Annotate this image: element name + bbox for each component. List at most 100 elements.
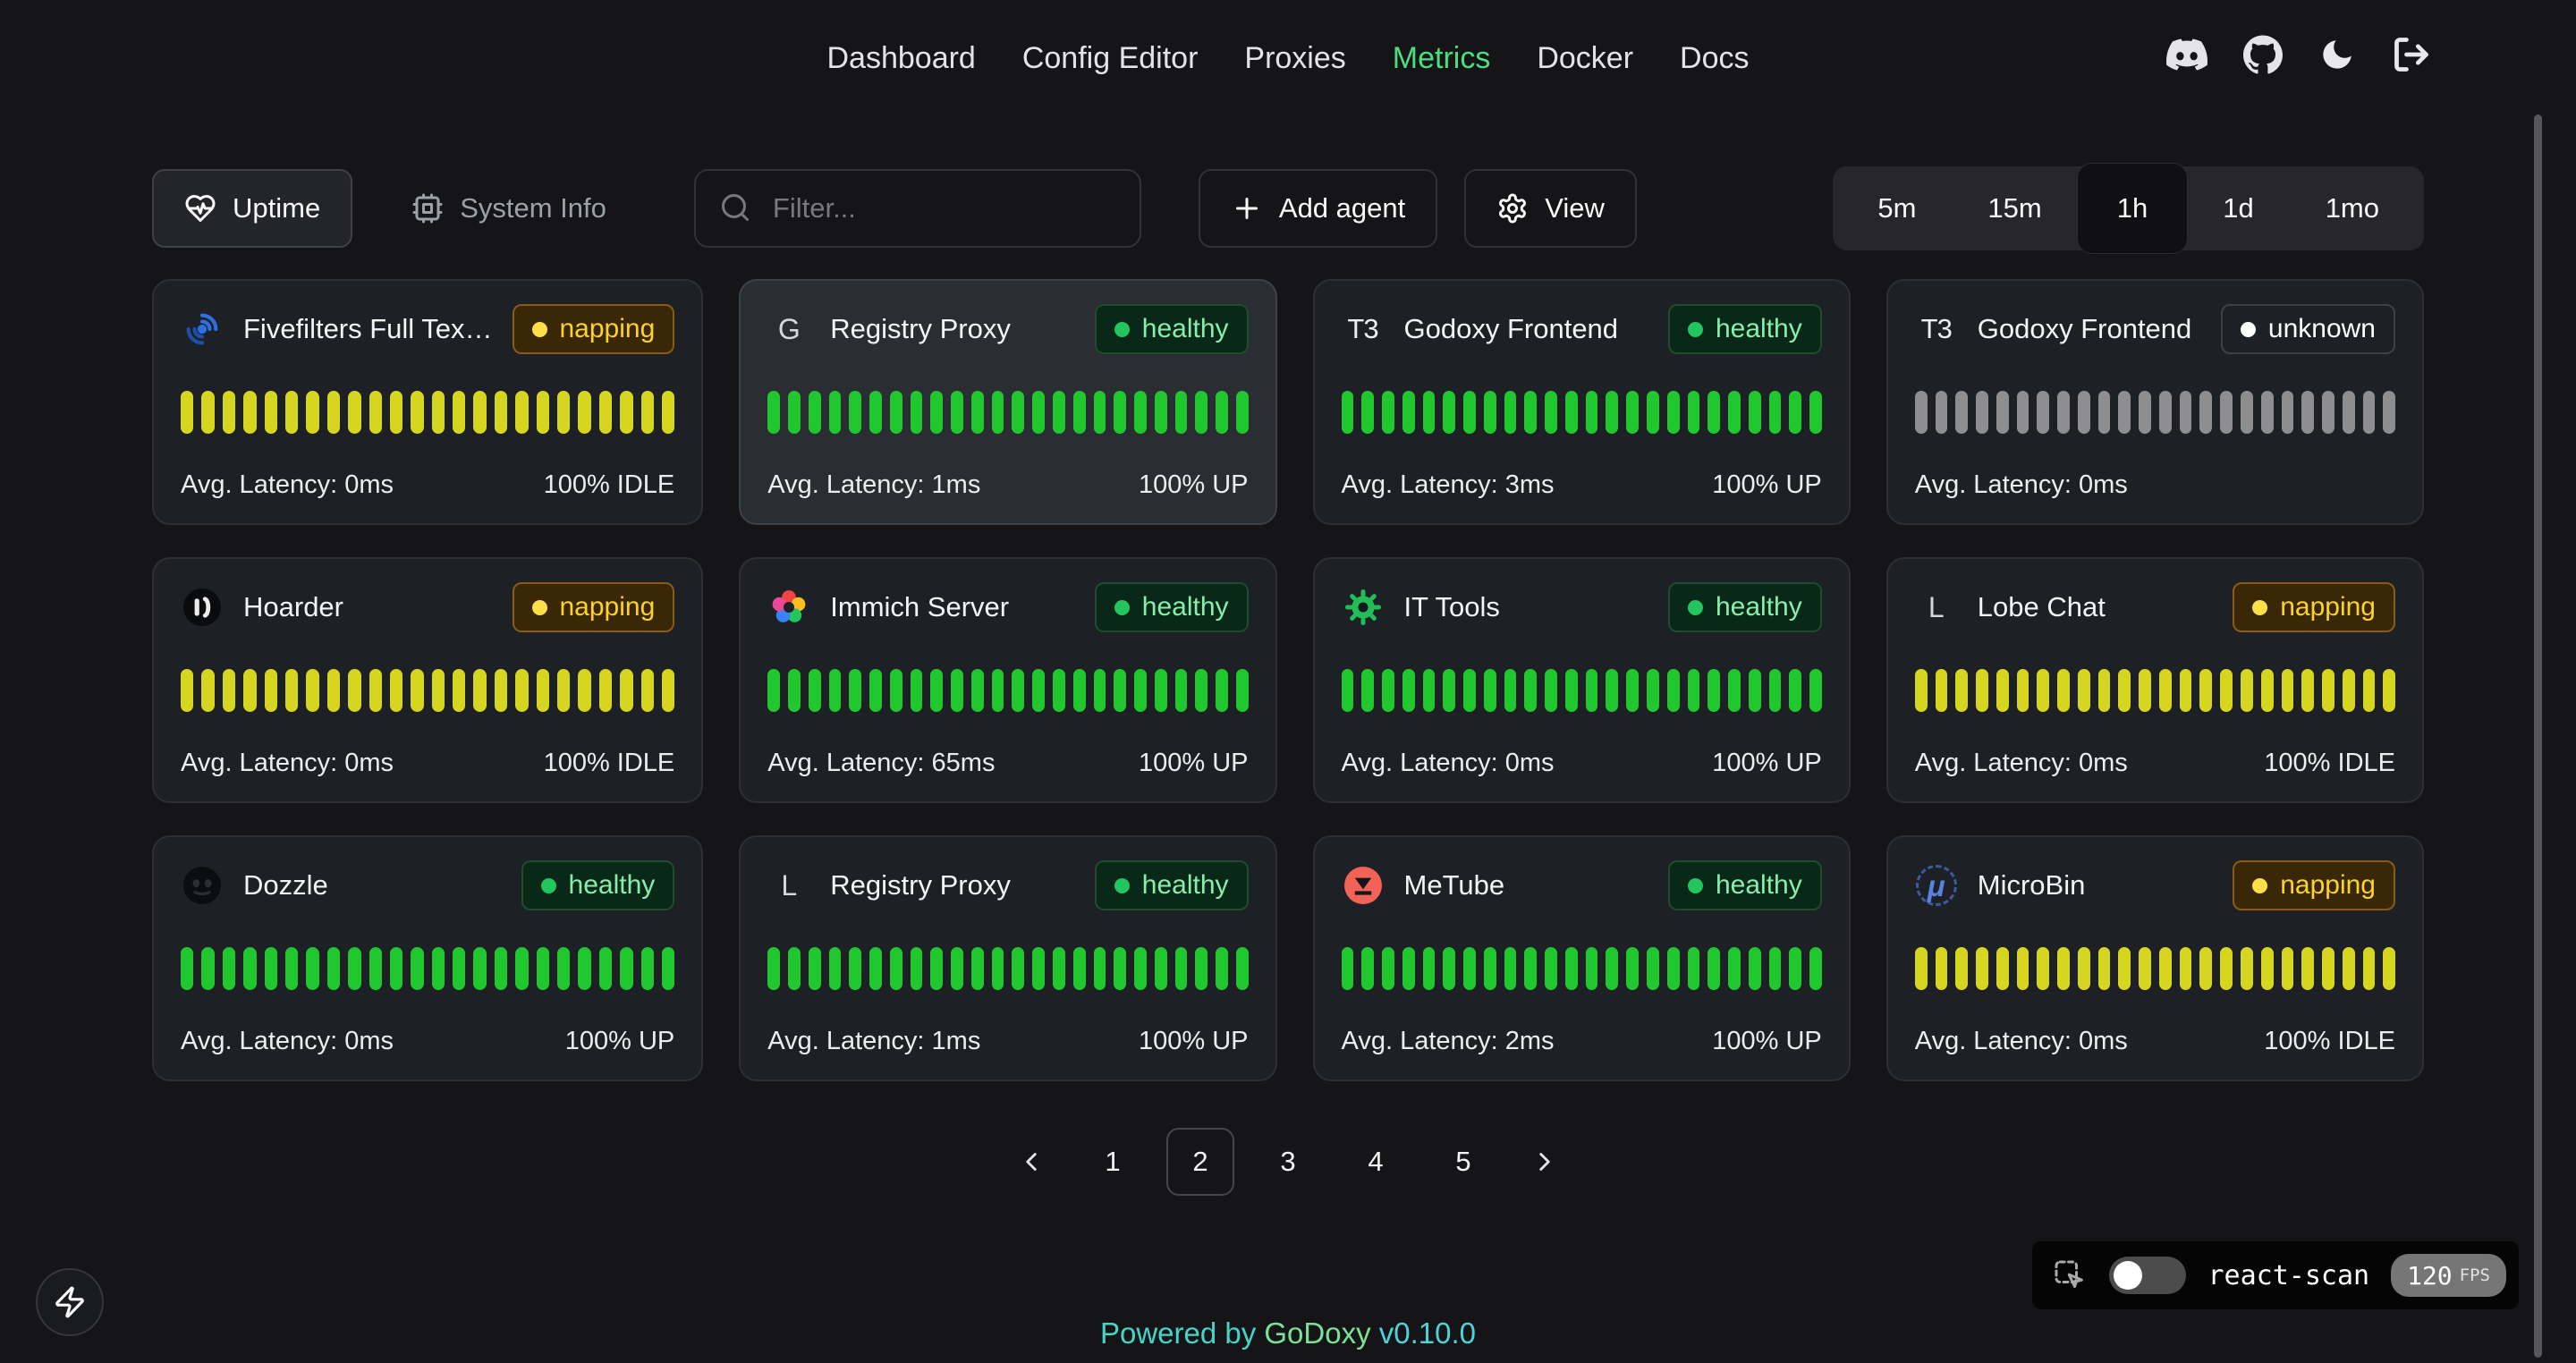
toolbar: Uptime System Info Add agent View (152, 166, 2424, 250)
service-card[interactable]: T3 Godoxy Frontend healthy Avg. Latency:… (1313, 279, 1851, 525)
uptime-bar (181, 947, 193, 990)
service-card[interactable]: Dozzle healthy Avg. Latency: 0ms 100% UP (152, 835, 703, 1081)
previous-page-button[interactable] (1004, 1147, 1059, 1177)
uptime-bar (1504, 391, 1517, 434)
avg-latency: Avg. Latency: 0ms (1915, 749, 2128, 778)
uptime-tab-button[interactable]: Uptime (152, 169, 352, 248)
avg-latency: Avg. Latency: 1ms (767, 470, 980, 500)
service-card[interactable]: G Registry Proxy healthy Avg. Latency: 1… (739, 279, 1276, 525)
react-scan-widget: react-scan 120 FPS (2032, 1241, 2519, 1309)
toggle-knob (2114, 1261, 2142, 1290)
service-card[interactable]: Hoarder napping Avg. Latency: 0ms 100% I… (152, 557, 703, 803)
uptime-bar (911, 669, 923, 712)
react-scan-toggle[interactable] (2109, 1257, 2186, 1294)
card-header: μ MicroBin napping (1915, 860, 2395, 910)
service-card[interactable]: MeTube healthy Avg. Latency: 2ms 100% UP (1313, 835, 1851, 1081)
uptime-bar (223, 669, 235, 712)
moon-icon[interactable] (2318, 36, 2356, 73)
uptime-bar (201, 947, 214, 990)
uptime-bar (578, 669, 590, 712)
page-button-2[interactable]: 2 (1166, 1128, 1234, 1196)
card-footer: Avg. Latency: 0ms 100% IDLE (181, 470, 674, 500)
uptime-percent: 100% UP (1712, 1027, 1822, 1056)
uptime-bar (788, 947, 801, 990)
nav-link-config-editor[interactable]: Config Editor (1022, 41, 1199, 76)
service-card[interactable]: Immich Server healthy Avg. Latency: 65ms… (739, 557, 1276, 803)
dozzle-icon (181, 864, 224, 907)
uptime-bar (1236, 669, 1249, 712)
system-info-tab-button[interactable]: System Info (379, 169, 639, 248)
nav-link-proxies[interactable]: Proxies (1244, 41, 1345, 76)
uptime-bar (181, 391, 193, 434)
service-card[interactable]: L Registry Proxy healthy Avg. Latency: 1… (739, 835, 1276, 1081)
uptime-bar (1976, 669, 1988, 712)
card-header: Hoarder napping (181, 582, 674, 632)
uptime-bar (306, 947, 318, 990)
uptime-bar (1955, 947, 1968, 990)
discord-icon[interactable] (2166, 34, 2207, 75)
uptime-bar (1094, 669, 1106, 712)
nav-link-metrics[interactable]: Metrics (1393, 41, 1491, 76)
uptime-bar (1114, 669, 1126, 712)
uptime-bar (537, 391, 549, 434)
nav-link-dashboard[interactable]: Dashboard (827, 41, 976, 76)
next-page-button[interactable] (1517, 1147, 1572, 1177)
uptime-bar (1155, 391, 1167, 434)
uptime-bar (223, 391, 235, 434)
status-dot-icon (1688, 878, 1703, 893)
service-card[interactable]: L Lobe Chat napping Avg. Latency: 0ms 10… (1886, 557, 2424, 803)
uptime-bar (2282, 947, 2294, 990)
uptime-bar (1688, 669, 1700, 712)
service-card[interactable]: T3 Godoxy Frontend unknown Avg. Latency:… (1886, 279, 2424, 525)
page-button-3[interactable]: 3 (1254, 1128, 1322, 1196)
uptime-bar (641, 669, 654, 712)
page-button-5[interactable]: 5 (1429, 1128, 1497, 1196)
uptime-bar (930, 947, 943, 990)
scrollbar[interactable] (2534, 114, 2542, 1358)
uptime-bar (473, 391, 486, 434)
service-card[interactable]: Fivefilters Full Tex… napping Avg. Laten… (152, 279, 703, 525)
uptime-bar (1382, 947, 1394, 990)
view-button[interactable]: View (1464, 169, 1637, 248)
uptime-bar (285, 669, 298, 712)
uptime-bar (767, 391, 780, 434)
time-range-15m[interactable]: 15m (1952, 175, 2077, 241)
nav-link-docker[interactable]: Docker (1537, 41, 1633, 76)
uptime-bar (1342, 391, 1354, 434)
time-range-1d[interactable]: 1d (2187, 175, 2289, 241)
godoxy-link[interactable]: GoDoxy (1264, 1316, 1370, 1350)
inspect-cursor-icon[interactable] (2052, 1257, 2088, 1293)
service-card[interactable]: μ MicroBin napping Avg. Latency: 0ms 100… (1886, 835, 2424, 1081)
nav-link-docs[interactable]: Docs (1680, 41, 1749, 76)
uptime-bar (2363, 947, 2376, 990)
plus-icon (1231, 192, 1263, 224)
service-name: Registry Proxy (830, 869, 1011, 902)
uptime-bar (788, 391, 801, 434)
github-icon[interactable] (2243, 35, 2283, 74)
uptime-bar (1769, 391, 1782, 434)
uptime-bar (1789, 947, 1801, 990)
status-badge: napping (513, 582, 675, 632)
uptime-bar (662, 391, 674, 434)
uptime-bar (1423, 669, 1436, 712)
uptime-bar (1545, 391, 1557, 434)
uptime-bar (2159, 669, 2172, 712)
uptime-bar (243, 947, 256, 990)
filter-input[interactable] (694, 169, 1141, 248)
status-badge: napping (513, 304, 675, 354)
page-button-1[interactable]: 1 (1079, 1128, 1147, 1196)
page-button-4[interactable]: 4 (1342, 1128, 1410, 1196)
status-dot-icon (541, 878, 556, 893)
logout-icon[interactable] (2392, 35, 2431, 74)
time-range-5m[interactable]: 5m (1842, 175, 1952, 241)
time-range-1h[interactable]: 1h (2078, 164, 2187, 253)
service-card[interactable]: IT Tools healthy Avg. Latency: 0ms 100% … (1313, 557, 1851, 803)
uptime-bar (930, 391, 943, 434)
uptime-bar (1216, 391, 1228, 434)
uptime-bar (1053, 947, 1065, 990)
card-footer: Avg. Latency: 0ms 100% UP (181, 1027, 674, 1056)
uptime-bar (2199, 669, 2212, 712)
time-range-1mo[interactable]: 1mo (2290, 175, 2415, 241)
add-agent-button[interactable]: Add agent (1199, 169, 1437, 248)
uptime-bar (411, 669, 423, 712)
